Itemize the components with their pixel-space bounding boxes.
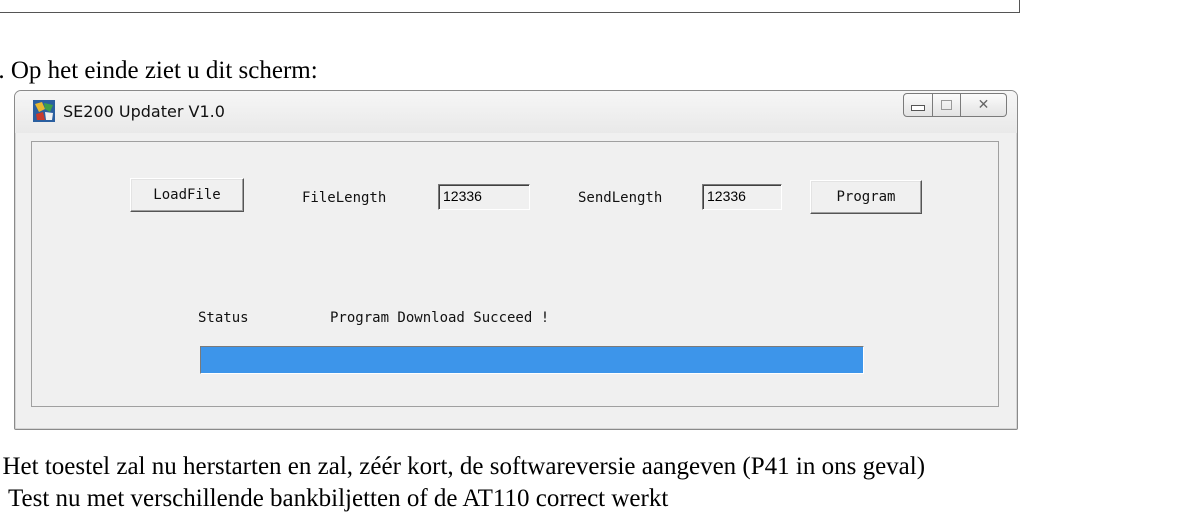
close-button[interactable]: ✕	[961, 93, 1007, 117]
minimize-icon	[911, 105, 925, 111]
client-area: LoadFile FileLength 12336 SendLength 123…	[31, 141, 999, 407]
instruction-line: . Het toestel zal nu herstarten en zal, …	[0, 453, 926, 480]
previous-screenshot-frame	[0, 0, 1020, 13]
close-icon: ✕	[977, 97, 990, 113]
load-file-button[interactable]: LoadFile	[130, 178, 244, 212]
program-button[interactable]: Program	[810, 180, 922, 214]
progress-fill	[201, 347, 863, 373]
status-text: Program Download Succeed !	[330, 310, 550, 326]
updater-window: SE200 Updater V1.0 ✕ LoadFile FileLength…	[14, 90, 1018, 430]
send-length-field[interactable]: 12336	[702, 184, 782, 210]
maximize-icon	[941, 100, 952, 110]
program-label: Program	[836, 189, 896, 205]
maximize-button[interactable]	[933, 93, 961, 117]
file-length-label: FileLength	[302, 190, 387, 206]
instruction-line-cut: Test nu met verschillende bankbiljetten …	[8, 485, 669, 512]
progress-bar	[200, 346, 864, 374]
window-controls: ✕	[903, 93, 1007, 117]
title-bar: SE200 Updater V1.0 ✕	[15, 91, 1017, 133]
status-label: Status	[198, 310, 249, 326]
send-length-label: SendLength	[578, 190, 663, 206]
file-length-field[interactable]: 12336	[438, 184, 530, 210]
minimize-button[interactable]	[903, 93, 933, 117]
window-title: SE200 Updater V1.0	[63, 102, 225, 121]
step-heading: ). Op het einde ziet u dit scherm:	[0, 56, 318, 86]
load-file-label: LoadFile	[153, 187, 221, 203]
step-heading-text: . Op het einde ziet u dit scherm:	[0, 57, 318, 84]
app-icon	[33, 100, 55, 122]
